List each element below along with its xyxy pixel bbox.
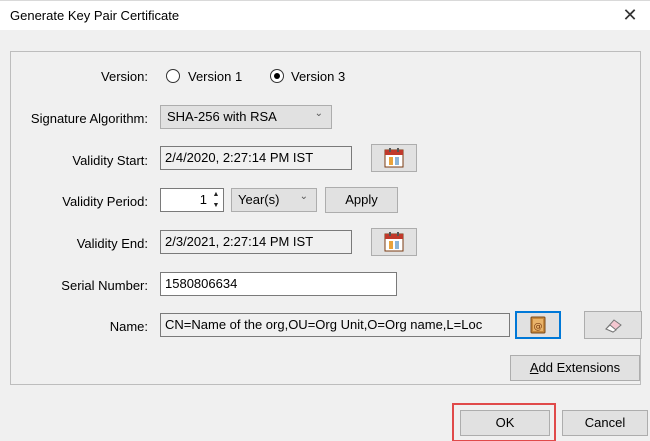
add-extensions-label: dd Extensions [538, 360, 621, 375]
chevron-down-icon: ⌄ [314, 108, 323, 119]
validity-start-label: Validity Start: [72, 153, 148, 168]
validity-period-label: Validity Period: [62, 194, 148, 209]
validity-end-label: Validity End: [76, 236, 148, 251]
title-bar: Generate Key Pair Certificate ✕ [0, 0, 650, 30]
version-1-label[interactable]: Version 1 [188, 69, 242, 84]
validity-end-calendar-button[interactable] [371, 228, 417, 256]
dialog-title: Generate Key Pair Certificate [10, 8, 180, 23]
add-extensions-button[interactable]: Add Extensions [510, 355, 640, 381]
validity-period-unit-value: Year(s) [238, 192, 280, 207]
close-icon[interactable]: ✕ [618, 4, 642, 26]
validity-period-spinner[interactable]: ▲ ▼ [210, 189, 222, 211]
calendar-icon [384, 232, 404, 252]
validity-start-calendar-button[interactable] [371, 144, 417, 172]
version-1-radio[interactable] [166, 69, 180, 83]
chevron-down-icon: ⌄ [299, 191, 308, 202]
signature-algorithm-label: Signature Algorithm: [30, 111, 148, 126]
version-label: Version: [101, 69, 148, 84]
serial-number-label: Serial Number: [61, 278, 148, 293]
version-3-label[interactable]: Version 3 [291, 69, 345, 84]
signature-algorithm-select[interactable]: SHA-256 with RSA ⌄ [160, 105, 332, 129]
name-field[interactable]: CN=Name of the org,OU=Org Unit,O=Org nam… [160, 313, 510, 337]
apply-button[interactable]: Apply [325, 187, 398, 213]
validity-start-field[interactable]: 2/4/2020, 2:27:14 PM IST [160, 146, 352, 170]
validity-period-unit-select[interactable]: Year(s) ⌄ [231, 188, 317, 212]
validity-end-field[interactable]: 2/3/2021, 2:27:14 PM IST [160, 230, 352, 254]
signature-algorithm-value: SHA-256 with RSA [167, 109, 277, 124]
calendar-icon [384, 148, 404, 168]
edit-name-button[interactable]: @ [515, 311, 561, 339]
name-label: Name: [109, 319, 148, 334]
eraser-icon [605, 319, 622, 333]
ok-button[interactable]: OK [460, 410, 550, 436]
cancel-button[interactable]: Cancel [562, 410, 648, 436]
add-extensions-mnemonic: A [529, 360, 539, 375]
serial-number-field[interactable]: 1580806634 [160, 272, 397, 296]
address-book-icon: @ [530, 316, 546, 334]
version-3-radio[interactable] [270, 69, 284, 83]
svg-text:@: @ [534, 322, 543, 332]
clear-name-button[interactable] [584, 311, 642, 339]
